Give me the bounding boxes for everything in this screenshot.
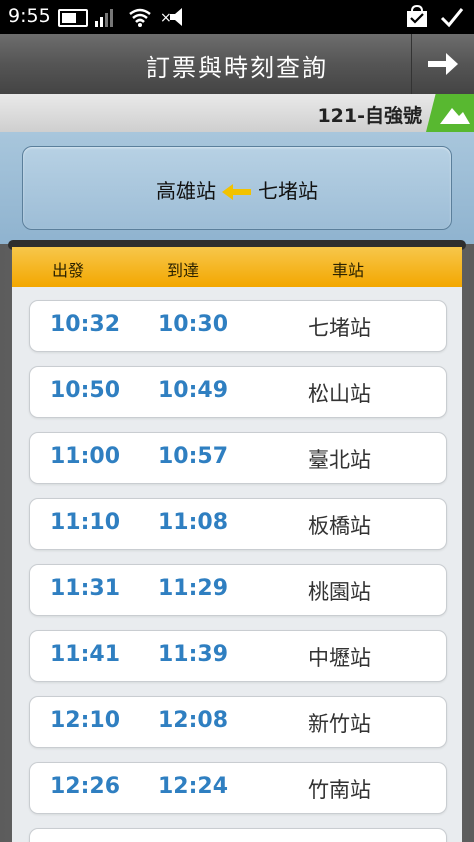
check-icon [440, 8, 464, 28]
depart-time: 11:00 [50, 444, 121, 469]
station-name: 板橋站 [308, 514, 371, 538]
title-bar: 訂票與時刻查詢 [0, 34, 474, 95]
table-row[interactable]: 12:10 12:08 新竹站 [29, 696, 447, 748]
station-name: 七堵站 [308, 316, 371, 340]
depart-time: 12:26 [50, 774, 121, 799]
header-arrive: 到達 [167, 261, 200, 280]
mute-icon: × [160, 8, 182, 26]
arrive-time: 11:39 [158, 642, 229, 667]
header-depart: 出發 [52, 261, 85, 280]
depart-time: 12:10 [50, 708, 121, 733]
forward-button[interactable] [411, 34, 474, 94]
table-row[interactable]: 11:00 10:57 臺北站 [29, 432, 447, 484]
station-name: 中壢站 [308, 646, 371, 670]
station-name: 新竹站 [308, 712, 371, 736]
table-row[interactable]: 11:10 11:08 板橋站 [29, 498, 447, 550]
trip-info-area: 高雄站 七堵站 [0, 132, 474, 244]
arrow-right-icon [428, 53, 458, 75]
svg-text:×: × [160, 10, 172, 26]
depart-time: 10:32 [50, 312, 121, 337]
arrive-time: 10:57 [158, 444, 229, 469]
route-bar: 121-自強號 [0, 94, 474, 133]
arrow-left-icon [222, 181, 252, 205]
bag-icon [407, 5, 427, 27]
table-row[interactable]: 11:31 11:29 桃園站 [29, 564, 447, 616]
table-row[interactable] [29, 828, 447, 842]
trip-route: 高雄站 七堵站 [23, 175, 451, 205]
page-title: 訂票與時刻查詢 [146, 54, 328, 82]
arrive-time: 10:30 [158, 312, 229, 337]
trip-from: 七堵站 [258, 179, 318, 203]
arrive-time: 12:24 [158, 774, 229, 799]
table-row[interactable]: 10:32 10:30 七堵站 [29, 300, 447, 352]
depart-time: 11:10 [50, 510, 121, 535]
wifi-icon [129, 8, 151, 27]
depart-time: 11:41 [50, 642, 121, 667]
status-time: 9:55 [8, 5, 51, 27]
table-row[interactable]: 10:50 10:49 松山站 [29, 366, 447, 418]
station-name: 臺北站 [308, 448, 371, 472]
trip-info-box: 高雄站 七堵站 [22, 146, 452, 230]
table-row[interactable]: 11:41 11:39 中壢站 [29, 630, 447, 682]
arrive-time: 10:49 [158, 378, 229, 403]
signal-icon [95, 9, 113, 27]
arrive-time: 12:08 [158, 708, 229, 733]
trip-to: 高雄站 [156, 179, 216, 203]
depart-time: 10:50 [50, 378, 121, 403]
station-name: 桃園站 [308, 580, 371, 604]
schedule-list[interactable]: 10:32 10:30 七堵站 10:50 10:49 松山站 11:00 10… [12, 287, 462, 842]
route-badge [426, 94, 474, 132]
depart-time: 11:31 [50, 576, 121, 601]
station-name: 松山站 [308, 382, 371, 406]
status-bar: 9:55 × [0, 0, 474, 34]
station-name: 竹南站 [308, 778, 371, 802]
table-header: 出發 到達 車站 [12, 247, 462, 288]
table-row[interactable]: 12:26 12:24 竹南站 [29, 762, 447, 814]
route-label: 121-自強號 [317, 105, 422, 127]
arrive-time: 11:08 [158, 510, 229, 535]
header-station: 車站 [332, 261, 365, 280]
arrive-time: 11:29 [158, 576, 229, 601]
mountain-icon [440, 108, 470, 124]
battery-icon [58, 9, 88, 27]
